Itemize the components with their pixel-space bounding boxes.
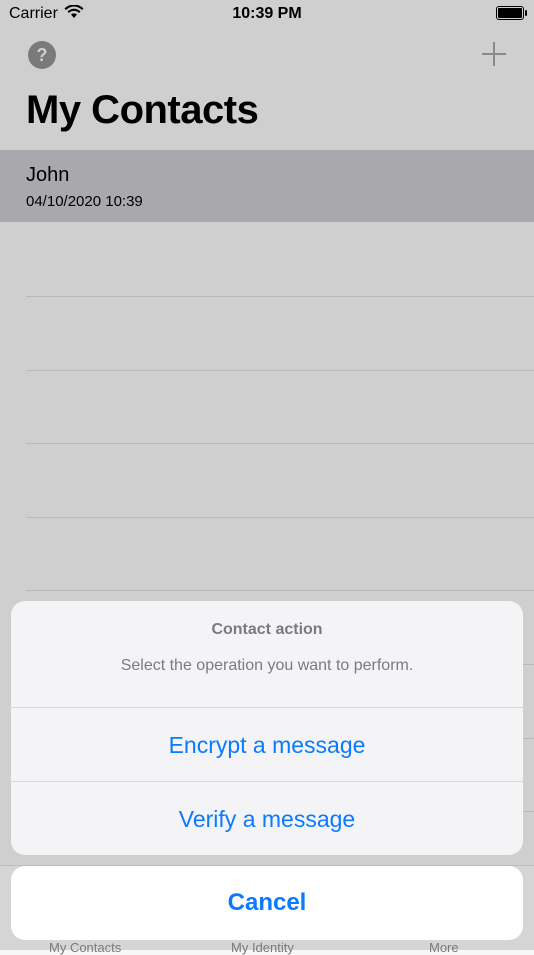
action-sheet: Contact action Select the operation you … (11, 601, 523, 855)
page-title: My Contacts (26, 88, 259, 132)
status-bar: Carrier 10:39 PM (0, 0, 534, 28)
action-sheet-title: Contact action (211, 621, 323, 638)
verify-message-button[interactable]: Verify a message (11, 782, 523, 855)
list-divider (26, 370, 534, 371)
contact-name: John (26, 164, 70, 186)
list-divider (26, 590, 534, 591)
encrypt-message-button[interactable]: Encrypt a message (11, 708, 523, 782)
tab-my-contacts[interactable]: My Contacts (49, 940, 121, 955)
action-sheet-message: Select the operation you want to perform… (120, 657, 414, 674)
list-divider (26, 296, 534, 297)
help-button[interactable]: ? (28, 41, 56, 69)
contact-row[interactable]: John 04/10/2020 10:39 (0, 150, 534, 222)
list-divider (26, 517, 534, 518)
cancel-button[interactable]: Cancel (11, 866, 523, 940)
battery-icon (496, 6, 527, 20)
contact-date: 04/10/2020 10:39 (26, 193, 143, 210)
clock: 10:39 PM (232, 5, 302, 22)
tab-more[interactable]: More (429, 940, 459, 955)
tab-my-identity[interactable]: My Identity (231, 940, 294, 955)
list-divider (26, 443, 534, 444)
add-contact-button[interactable] (480, 40, 508, 68)
